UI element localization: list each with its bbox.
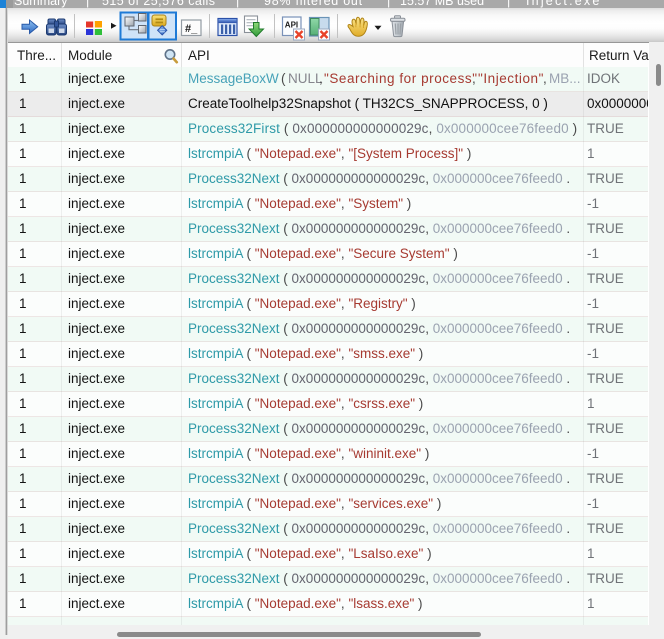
svg-text:#_: #_ [185,23,198,35]
svg-text:API: API [285,21,298,30]
